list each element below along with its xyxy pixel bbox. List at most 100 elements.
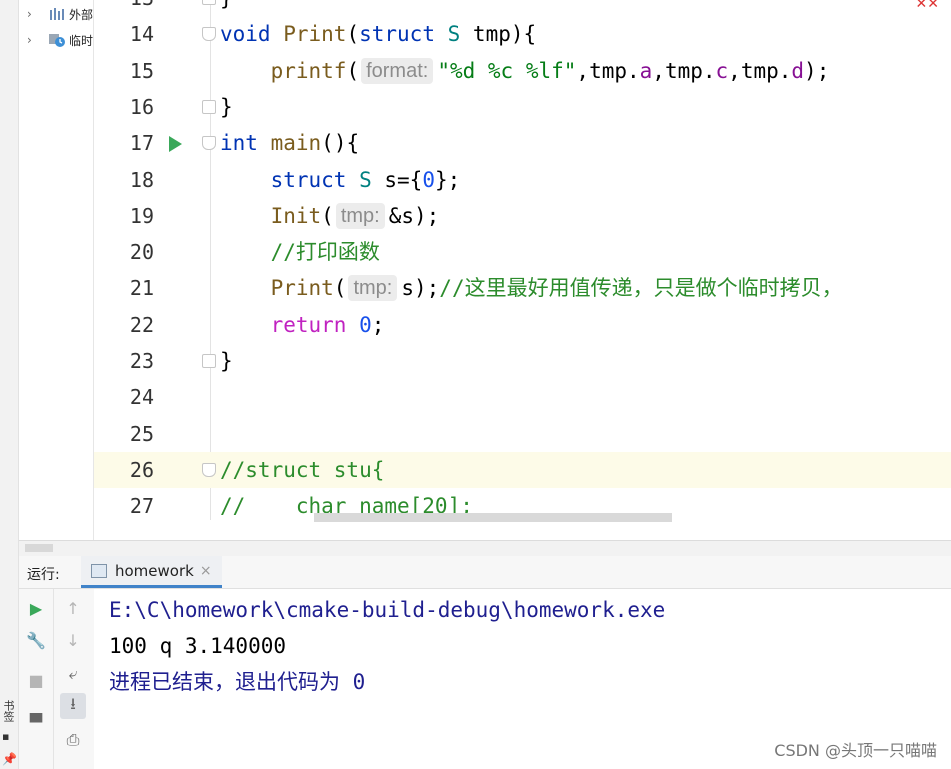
code-line[interactable]: 18 struct S s={0}; <box>94 162 951 198</box>
code-line[interactable]: 20 //打印函数 <box>94 234 951 270</box>
fold-marker-icon[interactable] <box>202 27 216 42</box>
tab-homework[interactable]: homework × <box>81 556 222 588</box>
code-line[interactable]: 16} <box>94 89 951 125</box>
console-icon <box>91 563 107 578</box>
wrench-icon[interactable]: 🔧 <box>23 627 49 653</box>
line-number: 24 <box>129 385 154 410</box>
code-token: struct <box>270 167 347 192</box>
fold-marker-icon[interactable] <box>202 136 216 151</box>
line-number: 13 <box>94 0 154 16</box>
chevron-right-icon[interactable]: › <box>27 33 39 47</box>
code-line[interactable]: 22 return 0; <box>94 307 951 343</box>
code-text: void Print(struct S tmp){ <box>220 16 536 52</box>
tree-item-label: 临时 <box>69 33 94 48</box>
code-token: ; <box>371 312 385 337</box>
rerun-icon[interactable]: ▶ <box>23 595 49 621</box>
line-number: 16 <box>129 94 154 119</box>
fold-marker-icon[interactable] <box>202 354 216 368</box>
code-text: //打印函数 <box>220 234 380 270</box>
horizontal-scrollbar[interactable] <box>314 513 672 522</box>
code-text: printf(format: "%d %c %lf",tmp.a,tmp.c,tm… <box>220 53 829 89</box>
code-line[interactable]: 25 <box>94 416 951 452</box>
print-icon[interactable]: ⎙ <box>60 727 86 753</box>
code-token: void <box>220 22 271 47</box>
console-line-exit: 进程已结束，退出代码为 0 <box>109 670 366 694</box>
console-line-path: E:\C\homework\cmake-build-debug\homework… <box>109 598 666 622</box>
bookmarks-tool-tab[interactable]: 书签 <box>1 700 15 722</box>
line-number: 18 <box>129 167 154 192</box>
code-token: 0 <box>359 312 372 337</box>
code-token: &s); <box>388 203 440 228</box>
code-token: s={ <box>371 167 423 192</box>
code-token: d <box>791 58 805 83</box>
tab-label: homework <box>115 561 194 580</box>
arrow-down-icon[interactable]: ↓ <box>60 627 86 653</box>
code-token: s); <box>401 276 440 301</box>
code-token: return <box>270 312 347 337</box>
layout-icon[interactable]: ▀ <box>23 709 49 735</box>
parameter-hint: tmp: <box>335 202 385 229</box>
code-token: Print <box>270 276 334 301</box>
code-line[interactable]: 24 <box>94 379 951 415</box>
code-line[interactable]: 26 //struct stu{ <box>94 451 951 488</box>
tree-item-external-libraries[interactable]: › 外部 <box>19 3 93 25</box>
code-token: Print <box>283 22 347 47</box>
chevron-right-icon[interactable]: › <box>27 7 39 21</box>
line-number: 21 <box>129 276 154 301</box>
code-line[interactable]: 21 Print(tmp: s);//这里最好用值传递，只是做个临时拷贝， <box>94 270 951 306</box>
code-token: } <box>220 94 233 119</box>
code-text: } <box>220 89 233 125</box>
line-number: 23 <box>129 349 154 373</box>
code-token: main <box>270 131 322 156</box>
line-number: 25 <box>129 421 154 446</box>
pin-icon[interactable]: 📌 <box>2 752 17 766</box>
error-indicator-icon[interactable]: ✕✕ <box>916 0 939 12</box>
code-line[interactable]: 19 Init(tmp: &s); <box>94 198 951 234</box>
fold-marker-icon[interactable] <box>202 462 216 477</box>
fold-marker-icon[interactable] <box>202 99 216 114</box>
watermark: CSDN @头顶一只喵喵 <box>774 741 937 760</box>
code-line[interactable]: 14 void Print(struct S tmp){ <box>94 16 951 52</box>
line-number: 20 <box>129 240 154 265</box>
bookmark-icon[interactable]: ▪ <box>2 730 9 743</box>
fold-marker-icon[interactable] <box>202 0 216 5</box>
code-line[interactable]: 23} <box>94 343 951 379</box>
code-token: ( <box>346 58 360 83</box>
soft-wrap-icon[interactable]: ⤶ <box>60 661 86 687</box>
code-line[interactable]: 15 printf(format: "%d %c %lf",tmp.a,tmp.c… <box>94 53 951 89</box>
arrow-up-icon[interactable]: ↑ <box>60 595 86 621</box>
tree-item-scratches[interactable]: › 临时 <box>19 29 93 51</box>
code-line[interactable]: 17 int main(){ <box>94 125 951 161</box>
tree-item-label: 外部 <box>69 7 94 22</box>
splitter-grip[interactable] <box>25 544 53 552</box>
code-text: Init(tmp: &s); <box>220 198 439 234</box>
scroll-to-end-icon[interactable]: ⭳ <box>60 693 86 719</box>
code-token: ( <box>333 276 347 301</box>
code-text: } <box>220 343 233 379</box>
code-token: Init <box>270 203 322 228</box>
close-icon[interactable]: × <box>200 563 212 579</box>
code-token: printf <box>270 58 347 83</box>
stop-icon[interactable]: ■ <box>23 667 49 693</box>
code-line[interactable]: 13} <box>94 0 951 16</box>
run-panel-header: 运行: homework × <box>19 556 951 589</box>
code-token: 0 <box>422 167 435 192</box>
panel-splitter[interactable] <box>19 540 951 557</box>
console-line-output: 100 q 3.140000 <box>109 634 287 658</box>
code-token: int <box>220 131 258 156</box>
library-icon <box>49 7 65 21</box>
run-toolbar: ▶ 🔧 ■ ▀ <box>19 589 54 769</box>
code-token: }; <box>434 167 461 192</box>
code-token: //这里最好用值传递，只是做个临时拷贝， <box>439 276 843 301</box>
run-gutter-icon[interactable] <box>169 136 182 153</box>
code-editor[interactable]: 13}14void Print(struct S tmp){15 printf(… <box>94 0 951 523</box>
scratch-icon <box>49 33 65 47</box>
